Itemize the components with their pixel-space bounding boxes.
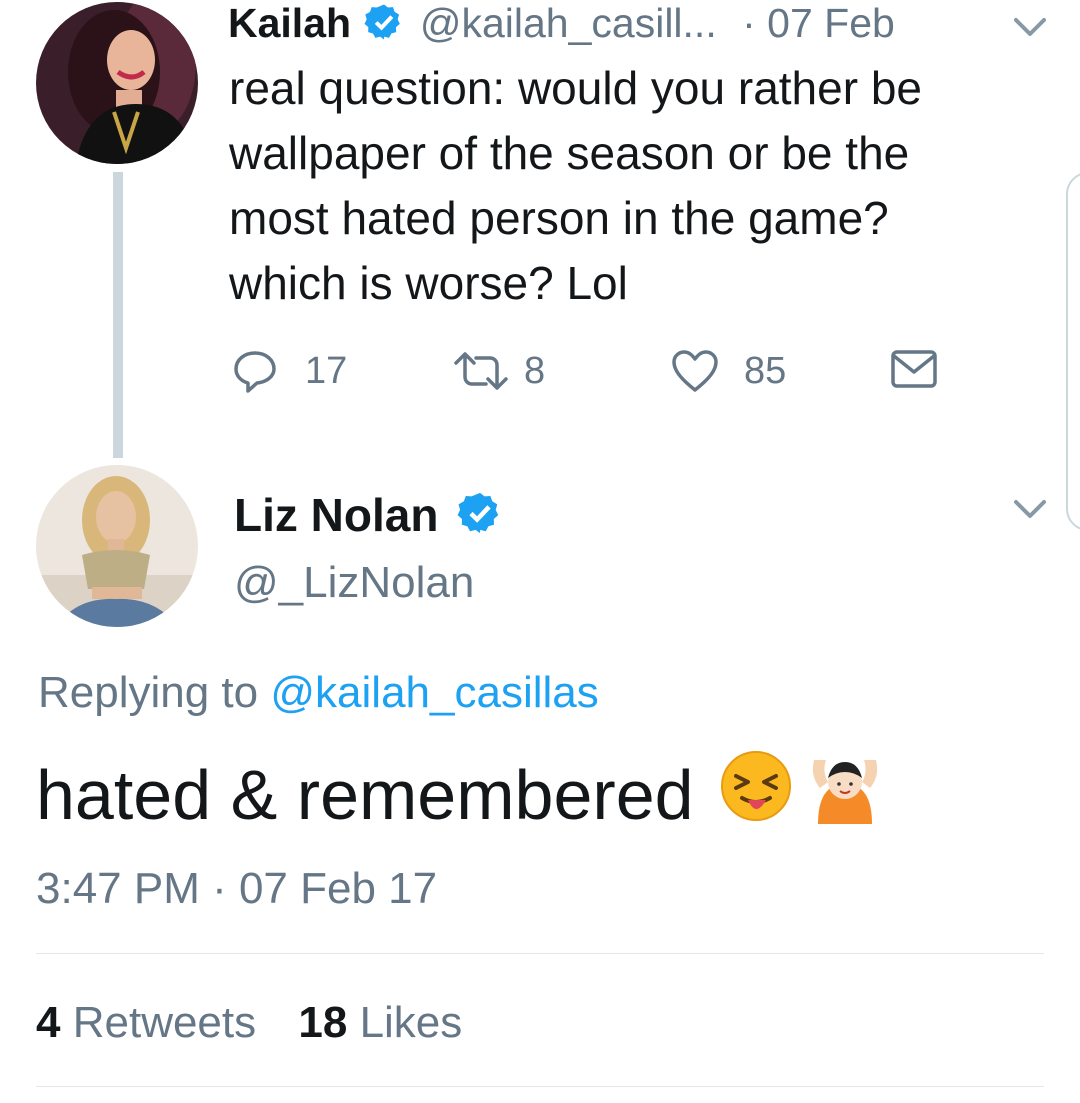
divider [36,1086,1044,1087]
chevron-down-icon[interactable] [1010,12,1050,47]
squinting-tongue-emoji [718,748,794,842]
retweet-button[interactable]: 8 [452,345,545,397]
like-button[interactable]: 85 [670,345,786,397]
likes-count: 18 [298,998,348,1047]
like-icon [670,348,720,394]
reply-count: 17 [305,349,348,392]
parent-tweet-text: real question: would you rather be wallp… [229,56,1029,316]
direct-message-icon [890,350,938,394]
reply-icon [231,347,279,395]
side-panel-edge [1066,172,1080,531]
likes-label: Likes [359,998,463,1047]
likes-stat[interactable]: 18 Likes [298,998,462,1047]
verified-badge-icon [364,2,404,51]
retweets-label: Retweets [72,998,257,1047]
reply-button[interactable]: 17 [231,345,347,397]
thread-connector-line [113,172,123,458]
retweets-stat[interactable]: 4 Retweets [36,998,268,1047]
replying-to-label: Replying to [38,668,259,717]
tweet-text-line: most hated person in the game? [229,192,889,244]
tweet-timestamp[interactable]: 3:47 PM · 07 Feb 17 [36,862,437,916]
main-author-name[interactable]: Liz Nolan [234,489,438,541]
chevron-down-icon[interactable] [1010,494,1050,529]
verified-badge-icon [457,490,503,547]
parent-author-handle[interactable]: @kailah_casill... [420,0,717,46]
retweet-count: 8 [524,349,546,392]
tweet-text-line: which is worse? Lol [229,257,628,309]
liz-nolan-avatar[interactable] [36,465,198,627]
retweets-count: 4 [36,998,61,1047]
person-raising-hands-emoji [804,748,886,842]
main-author-handle[interactable]: @_LizNolan [234,556,474,610]
direct-message-button[interactable] [890,348,938,395]
like-count: 85 [744,349,787,392]
divider [36,953,1044,954]
parent-author-name[interactable]: Kailah [228,0,351,46]
tweet-text-line: real question: would you rather be [229,62,922,114]
parent-tweet-date[interactable]: · 07 Feb [742,0,895,46]
main-tweet-text: hated & remembered [36,756,694,834]
kailah-avatar[interactable] [36,2,198,164]
retweet-icon [452,349,510,393]
tweet-text-line: wallpaper of the season or be the [229,127,910,179]
replying-to-handle-link[interactable]: @kailah_casillas [270,668,598,717]
